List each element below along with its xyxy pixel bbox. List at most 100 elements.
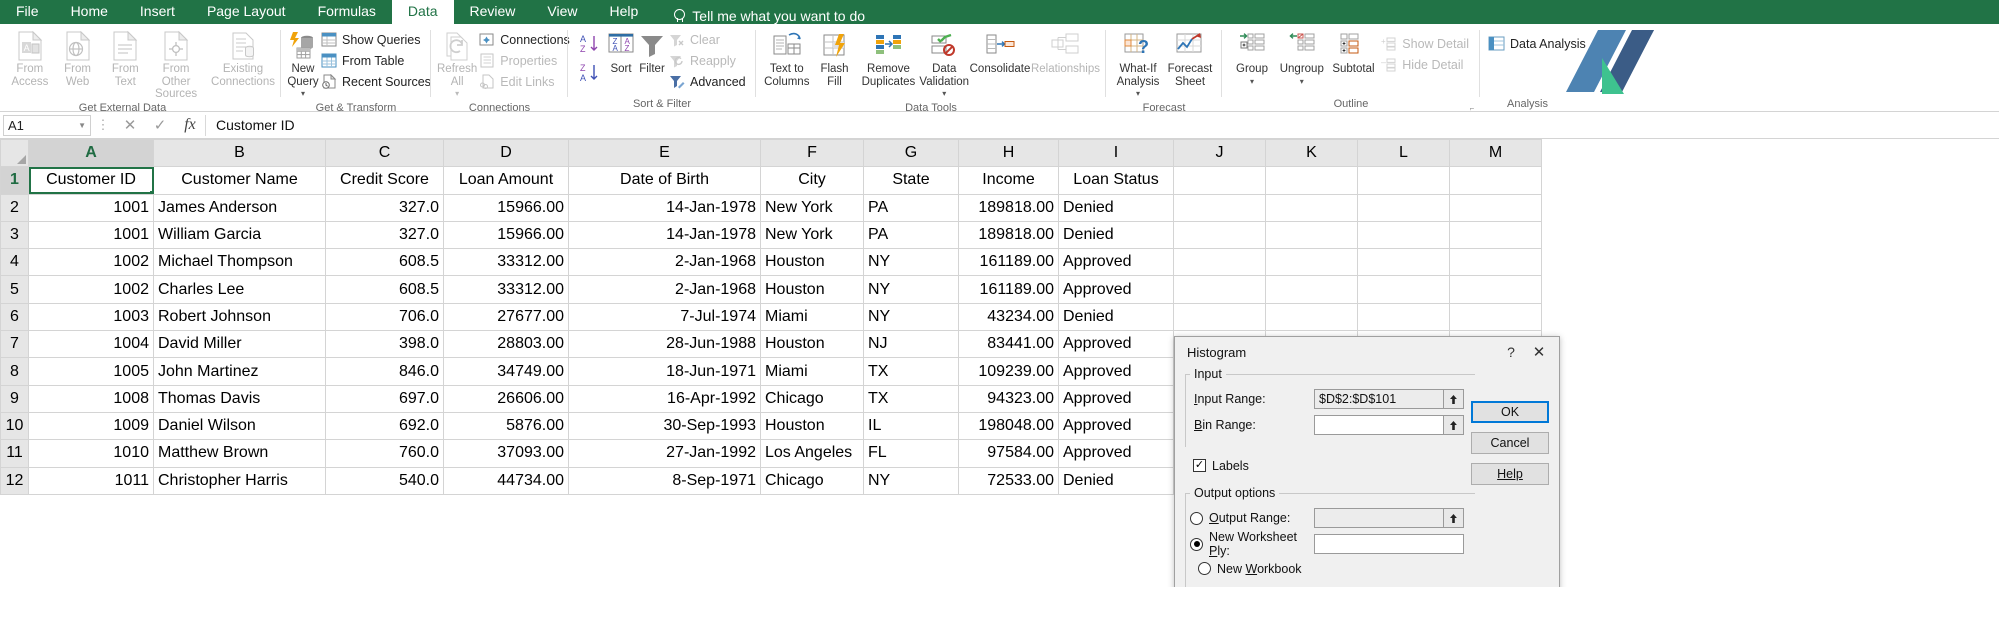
cell-D8[interactable]: 34749.00	[443, 357, 569, 386]
cell-C9[interactable]: 697.0	[325, 384, 444, 413]
help-button[interactable]: Help	[1471, 463, 1549, 485]
column-header-F[interactable]: F	[760, 139, 864, 168]
cell-J1[interactable]	[1173, 166, 1266, 195]
row-header-1[interactable]: 1	[0, 166, 29, 195]
new-worksheet-ply-field[interactable]	[1314, 534, 1464, 554]
clear-filter-button[interactable]: Clear	[667, 29, 751, 50]
dialog-title-bar[interactable]: Histogram ? ✕	[1175, 337, 1559, 367]
cell-D3[interactable]: 15966.00	[443, 220, 569, 250]
cell-C12[interactable]: 540.0	[325, 466, 444, 495]
cell-A12[interactable]: 1011	[28, 466, 154, 495]
tab-file[interactable]: File	[0, 0, 55, 24]
cell-H6[interactable]: 43234.00	[958, 302, 1059, 332]
cell-F4[interactable]: Houston	[760, 248, 864, 277]
row-header-6[interactable]: 6	[0, 302, 29, 332]
cell-A3[interactable]: 1001	[28, 220, 154, 250]
column-header-L[interactable]: L	[1357, 139, 1450, 168]
show-queries-button[interactable]: Show Queries	[319, 29, 436, 50]
cell-A7[interactable]: 1004	[28, 330, 154, 359]
cell-E11[interactable]: 27-Jan-1992	[568, 439, 761, 468]
cell-F3[interactable]: New York	[760, 220, 864, 250]
column-header-B[interactable]: B	[153, 139, 326, 168]
cell-B5[interactable]: Charles Lee	[153, 275, 326, 304]
input-range-field[interactable]: $D$2:$D$101	[1314, 389, 1444, 409]
cancel-button[interactable]: Cancel	[1471, 432, 1549, 454]
output-range-picker-icon[interactable]	[1444, 508, 1464, 528]
what-if-dropdown-arrow[interactable]: ▾	[1136, 88, 1140, 101]
cell-H5[interactable]: 161189.00	[958, 275, 1059, 304]
cell-D12[interactable]: 44734.00	[443, 466, 569, 495]
column-header-C[interactable]: C	[325, 139, 444, 168]
cell-I8[interactable]: Approved	[1058, 357, 1174, 386]
cell-E4[interactable]: 2-Jan-1968	[568, 248, 761, 277]
sort-button[interactable]: ZAAZ Sort	[605, 27, 637, 76]
row-header-5[interactable]: 5	[0, 275, 29, 304]
cell-H12[interactable]: 72533.00	[958, 466, 1059, 495]
cell-H9[interactable]: 94323.00	[958, 384, 1059, 413]
cell-D7[interactable]: 28803.00	[443, 330, 569, 359]
cancel-icon[interactable]: ✕	[115, 116, 145, 134]
cell-L5[interactable]	[1357, 275, 1450, 304]
cell-I2[interactable]: Denied	[1058, 193, 1174, 222]
cell-B3[interactable]: William Garcia	[153, 220, 326, 250]
row-header-10[interactable]: 10	[0, 411, 29, 441]
cell-B10[interactable]: Daniel Wilson	[153, 411, 326, 441]
cell-B8[interactable]: John Martinez	[153, 357, 326, 386]
row-header-3[interactable]: 3	[0, 220, 29, 250]
from-web-button[interactable]: From Web	[54, 27, 102, 88]
refresh-all-button[interactable]: Refresh All ▾	[437, 27, 477, 101]
cell-I1[interactable]: Loan Status	[1058, 166, 1174, 195]
cell-C5[interactable]: 608.5	[325, 275, 444, 304]
cell-K2[interactable]	[1265, 193, 1358, 222]
ok-button[interactable]: OK	[1471, 401, 1549, 423]
cell-I9[interactable]: Approved	[1058, 384, 1174, 413]
cell-G2[interactable]: PA	[863, 193, 959, 222]
cell-B1[interactable]: Customer Name	[153, 166, 326, 195]
cell-M6[interactable]	[1449, 302, 1542, 332]
relationships-button[interactable]: Relationships	[1031, 27, 1100, 76]
cell-B7[interactable]: David Miller	[153, 330, 326, 359]
cell-E9[interactable]: 16-Apr-1992	[568, 384, 761, 413]
cell-H4[interactable]: 161189.00	[958, 248, 1059, 277]
cell-E2[interactable]: 14-Jan-1978	[568, 193, 761, 222]
cell-E12[interactable]: 8-Sep-1971	[568, 466, 761, 495]
cell-G9[interactable]: TX	[863, 384, 959, 413]
cell-E3[interactable]: 14-Jan-1978	[568, 220, 761, 250]
cell-C3[interactable]: 327.0	[325, 220, 444, 250]
cell-B4[interactable]: Michael Thompson	[153, 248, 326, 277]
cell-E10[interactable]: 30-Sep-1993	[568, 411, 761, 441]
cell-I7[interactable]: Approved	[1058, 330, 1174, 359]
cell-I5[interactable]: Approved	[1058, 275, 1174, 304]
from-text-button[interactable]: From Text	[101, 27, 149, 88]
cell-D10[interactable]: 5876.00	[443, 411, 569, 441]
cell-H2[interactable]: 189818.00	[958, 193, 1059, 222]
name-box[interactable]: A1 ▼	[3, 114, 91, 136]
cell-F9[interactable]: Chicago	[760, 384, 864, 413]
existing-connections-button[interactable]: Existing Connections	[211, 27, 275, 88]
cell-E5[interactable]: 2-Jan-1968	[568, 275, 761, 304]
remove-duplicates-button[interactable]: Remove Duplicates	[858, 27, 920, 88]
hide-detail-button[interactable]: – Hide Detail	[1379, 54, 1474, 75]
cell-B12[interactable]: Christopher Harris	[153, 466, 326, 495]
refresh-all-dropdown-arrow[interactable]: ▾	[455, 88, 459, 101]
labels-checkbox[interactable]: ✓	[1193, 459, 1206, 472]
cell-F5[interactable]: Houston	[760, 275, 864, 304]
insert-function-icon[interactable]: fx	[175, 116, 205, 134]
cell-C6[interactable]: 706.0	[325, 302, 444, 332]
cell-I10[interactable]: Approved	[1058, 411, 1174, 441]
cell-A9[interactable]: 1008	[28, 384, 154, 413]
row-header-7[interactable]: 7	[0, 330, 29, 359]
cell-D1[interactable]: Loan Amount	[443, 166, 569, 195]
cell-K3[interactable]	[1265, 220, 1358, 250]
forecast-sheet-button[interactable]: Forecast Sheet	[1164, 27, 1216, 88]
cell-C1[interactable]: Credit Score	[325, 166, 444, 195]
cell-H10[interactable]: 198048.00	[958, 411, 1059, 441]
sort-ascending-icon[interactable]: AZ	[578, 32, 602, 56]
cell-E1[interactable]: Date of Birth	[568, 166, 761, 195]
cell-G7[interactable]: NJ	[863, 330, 959, 359]
row-header-9[interactable]: 9	[0, 384, 29, 413]
advanced-filter-button[interactable]: Advanced	[667, 71, 751, 92]
cell-E8[interactable]: 18-Jun-1971	[568, 357, 761, 386]
cell-F10[interactable]: Houston	[760, 411, 864, 441]
from-other-sources-button[interactable]: From Other Sources	[149, 27, 203, 101]
